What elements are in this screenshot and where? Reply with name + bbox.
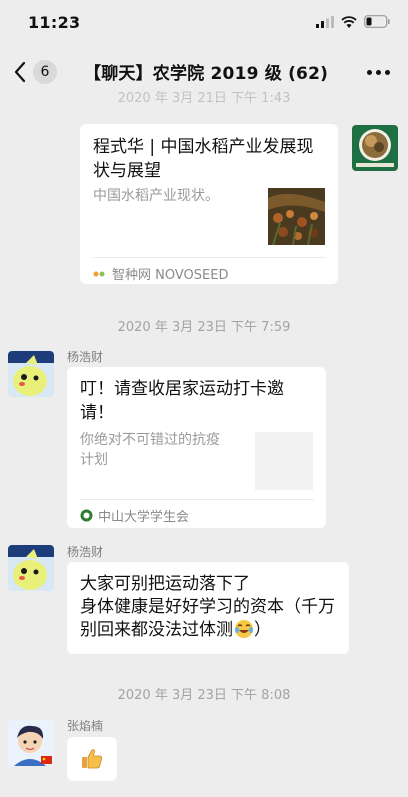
wifi-icon <box>341 15 357 28</box>
invitation-card[interactable]: 叮！请查收居家运动打卡邀请！ 你绝对不可错过的抗疫计划 中山大学学生会 <box>67 367 326 528</box>
message-text-content: 大家可别把运动落下了 身体健康是好好学习的资本（千万别回来都没法过体测 <box>80 574 335 640</box>
status-bar: 11:23 <box>0 0 408 46</box>
back-chevron-icon[interactable] <box>12 60 30 84</box>
card-description: 中国水稻产业现状。 <box>93 188 219 204</box>
signal-icon <box>316 15 334 28</box>
unread-count-badge[interactable]: 6 <box>33 60 57 84</box>
thumbs-up-icon <box>82 749 102 769</box>
sender-name: 杨浩财 <box>67 545 104 559</box>
card-title: 程式华 | 中国水稻产业发展现状与展望 <box>93 137 314 181</box>
more-options-icon[interactable] <box>367 70 390 75</box>
card-divider <box>80 499 314 500</box>
sender-name: 杨浩财 <box>67 350 104 364</box>
battery-icon <box>364 15 390 28</box>
message-text: 大家可别把运动落下了 身体健康是好好学习的资本（千万别回来都没法过体测） <box>80 573 345 642</box>
closing-paren: ） <box>254 620 271 640</box>
sticker-message-bubble[interactable] <box>67 737 117 781</box>
source-logo-icon <box>80 509 93 522</box>
card-thumbnail-placeholder <box>255 432 313 490</box>
source-logo-icon <box>93 271 105 276</box>
card-source-label: 智种网 NOVOSEED <box>112 268 229 283</box>
card-description: 你绝对不可错过的抗疫计划 <box>80 432 220 468</box>
card-title: 叮！请查收居家运动打卡邀请！ <box>80 379 284 423</box>
timestamp-top: 2020 年 3月 21日 下午 1:43 <box>117 91 291 106</box>
timestamp: 2020 年 3月 23日 下午 7:59 <box>117 320 291 335</box>
text-message-bubble[interactable]: 大家可别把运动落下了 身体健康是好好学习的资本（千万别回来都没法过体测） <box>67 562 349 654</box>
sender-name: 张焰楠 <box>67 719 104 733</box>
status-icons <box>316 15 390 28</box>
card-thumbnail-image <box>268 188 325 246</box>
avatar-self[interactable] <box>352 125 398 171</box>
card-divider <box>93 257 325 258</box>
laughing-tears-emoji-icon <box>235 620 253 638</box>
card-source: 智种网 NOVOSEED <box>93 264 228 283</box>
status-time: 11:23 <box>28 13 81 32</box>
avatar-yang[interactable] <box>8 545 54 591</box>
card-source-label: 中山大学学生会 <box>98 510 190 525</box>
avatar-zhang[interactable] <box>8 720 54 766</box>
chat-title: 【聊天】农学院 2019 级 (62) <box>84 64 329 84</box>
article-card-rice[interactable]: 程式华 | 中国水稻产业发展现状与展望 中国水稻产业现状。 智种网 NOVOSE… <box>80 124 338 284</box>
avatar-yang[interactable] <box>8 351 54 397</box>
timestamp: 2020 年 3月 23日 下午 8:08 <box>117 688 291 703</box>
card-source: 中山大学学生会 <box>80 506 189 525</box>
